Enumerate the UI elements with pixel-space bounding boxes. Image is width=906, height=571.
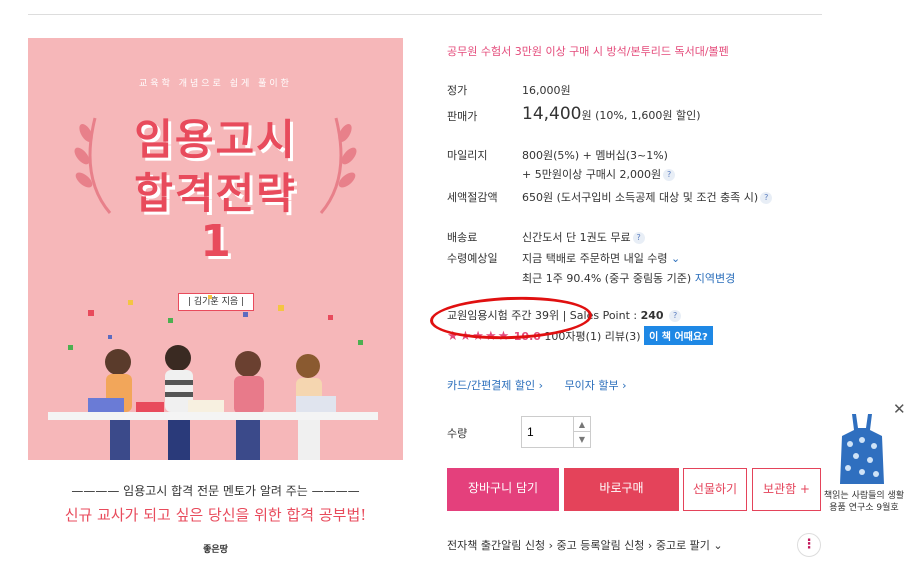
bottom-links: 전자책 출간알림 신청 › 중고 등록알림 신청 › 중고로 팔기 ⌄ [447, 537, 723, 553]
chevron-down-icon[interactable]: ⌄ [671, 252, 680, 265]
sale-price-detail: (10%, 1,600원 할인) [595, 109, 701, 122]
cover-title-line2: 합격전략 [134, 169, 297, 218]
ad-apron-image[interactable] [838, 412, 886, 486]
delivery-line2: 최근 1주 90.4% (중구 중림동 기준) [522, 272, 692, 285]
quantity-input[interactable] [522, 417, 574, 447]
sale-price-value: 14,400 [522, 104, 582, 124]
delivery-label: 수령예상일 [447, 252, 498, 265]
cover-bottom-band: ———— 임용고시 합격 전문 멘토가 알려 주는 ———— 신규 교사가 되고… [28, 460, 403, 571]
cover-subtitle: 교육학 개념으로 쉽게 풀이한 [139, 79, 292, 89]
shipping-value: 신간도서 단 1권도 무료 [522, 231, 631, 244]
cover-tagline: ———— 임용고시 합격 전문 멘토가 알려 주는 ———— [71, 484, 360, 498]
decrement-icon[interactable]: ▼ [573, 432, 590, 447]
add-to-cart-button[interactable]: 장바구니 담기 [447, 468, 559, 511]
ad-caption[interactable]: 책읽는 사람들의 생활용품 연구소 9월호 [822, 490, 906, 514]
tax-label: 세액절감액 [447, 191, 498, 204]
increment-icon[interactable]: ▲ [573, 417, 590, 432]
help-icon[interactable]: ? [760, 192, 773, 204]
close-icon[interactable]: ✕ [893, 400, 906, 418]
cover-headline: 신규 교사가 되고 싶은 당신을 위한 합격 공부법! [64, 506, 367, 524]
book-cover-image[interactable]: 교육학 개념으로 쉽게 풀이한 임용고시 합격전략 1 | 김기훈 지음 | [28, 38, 403, 460]
quantity-label: 수량 [447, 427, 468, 440]
change-region-link[interactable]: 지역변경 [695, 272, 735, 285]
ebook-alert-link[interactable]: 전자책 출간알림 신청 › [447, 539, 553, 552]
celebration-illustration [48, 295, 378, 460]
card-discount-link[interactable]: 카드/간편결제 할인 › [447, 379, 543, 392]
buy-now-button[interactable]: 바로구매 [564, 468, 679, 511]
top-divider [28, 14, 822, 15]
sale-price-label: 판매가 [447, 110, 478, 123]
help-icon[interactable]: ? [632, 232, 645, 244]
tax-value: 650원 (도서구입비 소득공제 대상 및 조건 충족 시) [522, 191, 759, 204]
quantity-stepper[interactable]: ▲ ▼ [521, 416, 591, 448]
publisher-logo: 좋은땅 [203, 545, 228, 555]
list-price-label: 정가 [447, 84, 468, 97]
gift-button[interactable]: 선물하기 [683, 468, 747, 511]
sales-point-value: 240 [640, 309, 664, 322]
help-icon[interactable]: ? [663, 169, 676, 181]
mileage-line1: 800원(5%) + 멤버십(3~1%) [522, 149, 668, 162]
installment-link[interactable]: 무이자 할부 › [565, 379, 627, 392]
help-icon[interactable]: ? [669, 310, 682, 322]
sell-used-link[interactable]: 중고로 팔기 ⌄ [656, 539, 723, 552]
mileage-line2: + 5만원이상 구매시 2,000원 [522, 168, 662, 181]
payment-links-row: 카드/간편결제 할인 › 무이자 할부 › [447, 377, 627, 393]
sale-price-row: 판매가 14,400원 (10%, 1,600원 할인) [447, 104, 747, 126]
delivery-line1[interactable]: 지금 택배로 주문하면 내일 수령 [522, 252, 668, 265]
promo-banner-link[interactable]: 공무원 수험서 3만원 이상 구매 시 방석/본투리드 독서대/볼펜 [447, 43, 729, 59]
cover-volume-number: 1 [200, 216, 231, 267]
list-price-value: 16,000원 [522, 84, 571, 97]
used-alert-link[interactable]: 중고 등록알림 신청 › [556, 539, 652, 552]
review-link[interactable]: 리뷰(3) [605, 330, 641, 343]
more-options-button[interactable]: ⋮ [797, 533, 821, 557]
sale-price-unit: 원 [581, 109, 592, 122]
wishlist-button[interactable]: 보관함 + [752, 468, 821, 511]
cover-title-line1: 임용고시 [134, 115, 297, 164]
mileage-label: 마일리지 [447, 149, 488, 162]
book-opinion-button[interactable]: 이 책 어때요? [644, 326, 713, 345]
shipping-label: 배송료 [447, 231, 478, 244]
